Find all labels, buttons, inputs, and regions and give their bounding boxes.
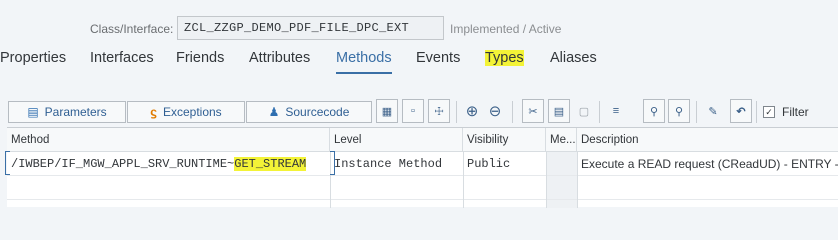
search-icon[interactable]: ⚲ (643, 99, 665, 123)
table-row (7, 152, 838, 176)
pin-icon[interactable]: ▦ (376, 99, 398, 123)
tab-types-label: Types (485, 50, 524, 66)
edit-icon[interactable]: ✎ (702, 99, 724, 123)
tab-attributes[interactable]: Attributes (249, 50, 310, 66)
tab-aliases[interactable]: Aliases (550, 50, 597, 66)
toolbar-separator (756, 101, 757, 123)
cut-icon[interactable]: ✂ (522, 99, 544, 123)
toolbar-separator (696, 101, 697, 123)
tab-events[interactable]: Events (416, 50, 460, 66)
lightning-icon: ϛ (150, 105, 157, 119)
tab-friends[interactable]: Friends (176, 50, 224, 66)
toolbar-separator (512, 101, 513, 123)
class-interface-label: Class/Interface: (90, 22, 174, 36)
tree-icon[interactable]: ☩ (428, 99, 450, 123)
parameters-label: Parameters (44, 105, 107, 119)
table-row (7, 176, 838, 200)
parameters-icon: ▤ (27, 105, 39, 119)
exceptions-label: Exceptions (162, 105, 222, 119)
cell-focus-left (5, 151, 10, 175)
tab-types[interactable]: Types (485, 50, 524, 66)
cell-focus-right (330, 151, 335, 175)
class-interface-field[interactable]: ZCL_ZZGP_DEMO_PDF_FILE_DPC_EXT (177, 16, 444, 40)
column-divider (577, 152, 578, 208)
toolbar-separator (599, 101, 600, 123)
column-header-level[interactable]: Level (330, 128, 463, 152)
column-divider (546, 152, 547, 208)
sourcecode-label: Sourcecode (285, 105, 350, 119)
tab-methods[interactable]: Methods (336, 50, 392, 66)
align-icon[interactable]: ≡ (605, 99, 627, 123)
tab-interfaces[interactable]: Interfaces (90, 50, 154, 66)
copy-icon[interactable]: ▫ (402, 99, 424, 123)
paste-icon[interactable]: ▢ (573, 99, 595, 123)
toolbar-separator (456, 101, 457, 123)
exceptions-button[interactable]: ϛ Exceptions (127, 101, 245, 123)
column-header-description[interactable]: Description (577, 128, 838, 152)
column-divider (463, 152, 464, 208)
minus-icon[interactable]: ⊖ (484, 99, 506, 123)
methods-table: Method Level Visibility Me... Descriptio… (7, 127, 838, 208)
filter-checkbox[interactable]: ✓ (763, 106, 775, 118)
active-tab-indicator (336, 72, 392, 74)
activation-status: Implemented / Active (450, 22, 562, 36)
person-icon: ♟ (268, 105, 280, 119)
filter-label: Filter (782, 105, 809, 119)
parameters-button[interactable]: ▤ Parameters (8, 101, 126, 123)
tab-properties[interactable]: Properties (0, 50, 66, 66)
column-header-visibility[interactable]: Visibility (463, 128, 546, 152)
column-header-method[interactable]: Method (7, 128, 330, 152)
copy2-icon[interactable]: ▤ (548, 99, 570, 123)
column-header-me[interactable]: Me... (546, 128, 577, 152)
sourcecode-button[interactable]: ♟ Sourcecode (246, 101, 372, 123)
plus-icon[interactable]: ⊕ (461, 99, 483, 123)
undo-icon[interactable]: ↶ (730, 99, 752, 123)
search-next-icon[interactable]: ⚲ (668, 99, 690, 123)
